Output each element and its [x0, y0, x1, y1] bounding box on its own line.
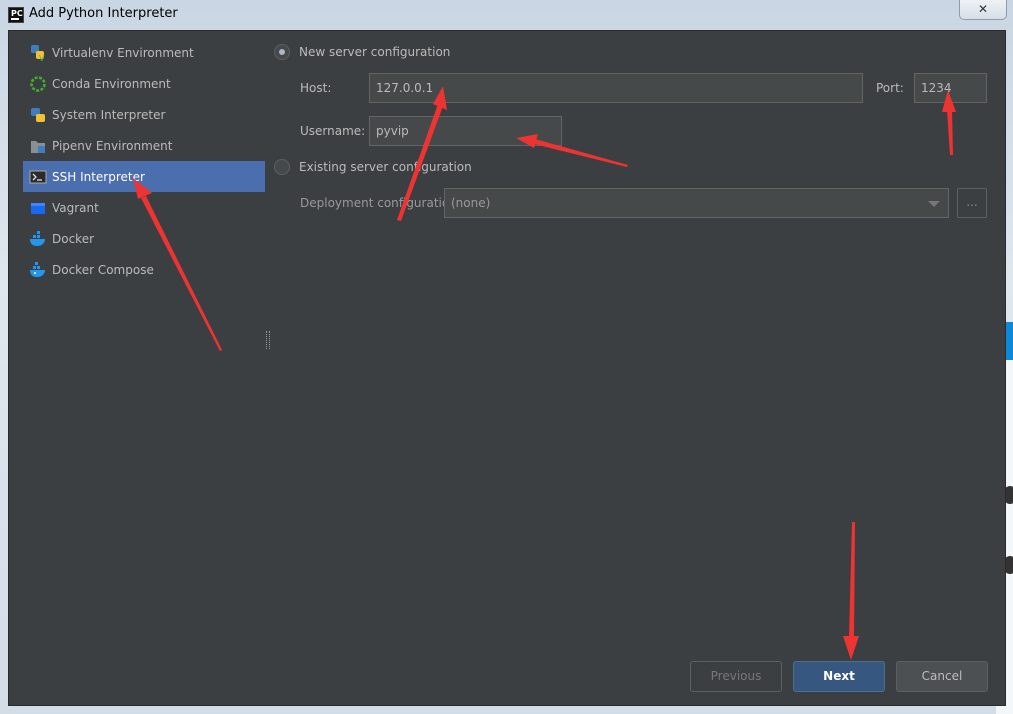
- new-server-radio[interactable]: [274, 44, 290, 60]
- docker-compose-icon: [29, 261, 47, 279]
- cancel-button[interactable]: Cancel: [896, 661, 988, 692]
- sidebar-item-virtualenv[interactable]: V Virtualenv Environment: [23, 37, 265, 68]
- interpreter-type-list: V Virtualenv Environment Conda Environme…: [23, 37, 265, 285]
- sidebar-item-conda[interactable]: Conda Environment: [23, 68, 265, 99]
- sidebar-item-docker[interactable]: Docker: [23, 223, 265, 254]
- sidebar-item-label: Conda Environment: [52, 76, 171, 91]
- browse-deployment-button[interactable]: ...: [957, 188, 987, 218]
- deployment-configuration-label: Deployment configuration:: [300, 196, 461, 210]
- existing-server-label: Existing server configuration: [299, 160, 472, 174]
- sidebar-item-system-interpreter[interactable]: System Interpreter: [23, 99, 265, 130]
- new-server-label: New server configuration: [299, 45, 451, 59]
- sidebar-item-ssh-interpreter[interactable]: SSH Interpreter: [23, 161, 265, 192]
- sidebar-item-vagrant[interactable]: Vagrant: [23, 192, 265, 223]
- sidebar-item-label: Vagrant: [52, 200, 99, 215]
- deployment-configuration-select[interactable]: (none): [444, 188, 949, 218]
- close-button[interactable]: ✕: [959, 0, 1007, 20]
- window-frame: PC Add Python Interpreter ✕ V Virtualenv…: [0, 0, 1013, 714]
- port-label: Port:: [876, 81, 904, 95]
- dialog-body: V Virtualenv Environment Conda Environme…: [8, 30, 1006, 706]
- host-label: Host:: [300, 81, 332, 95]
- previous-button[interactable]: Previous: [690, 661, 782, 692]
- username-input[interactable]: pyvip: [369, 116, 562, 146]
- python-icon: [29, 106, 47, 124]
- virtualenv-icon: V: [29, 44, 47, 62]
- pipenv-icon: [29, 137, 47, 155]
- sidebar-item-label: System Interpreter: [52, 107, 166, 122]
- sidebar-item-label: Pipenv Environment: [52, 138, 173, 153]
- terminal-icon: [29, 168, 47, 186]
- pycharm-icon: PC: [8, 7, 24, 23]
- sidebar-item-pipenv[interactable]: Pipenv Environment: [23, 130, 265, 161]
- port-input[interactable]: 1234: [914, 73, 987, 103]
- sidebar-item-label: Docker Compose: [52, 262, 154, 277]
- panel-splitter-handle[interactable]: [266, 331, 270, 349]
- existing-server-radio[interactable]: [274, 159, 290, 175]
- host-input[interactable]: 127.0.0.1: [369, 73, 863, 103]
- docker-icon: [29, 230, 47, 248]
- sidebar-item-label: SSH Interpreter: [52, 169, 145, 184]
- window-title: Add Python Interpreter: [29, 6, 178, 21]
- svg-text:V: V: [39, 54, 45, 62]
- chevron-down-icon: [928, 201, 940, 207]
- next-button[interactable]: Next: [793, 661, 885, 692]
- conda-icon: [29, 75, 47, 93]
- sidebar-item-docker-compose[interactable]: Docker Compose: [23, 254, 265, 285]
- title-bar: PC Add Python Interpreter ✕: [0, 0, 1013, 30]
- sidebar-item-label: Docker: [52, 231, 95, 246]
- deployment-configuration-value: (none): [451, 196, 491, 210]
- vagrant-icon: [29, 199, 47, 217]
- sidebar-item-label: Virtualenv Environment: [52, 45, 194, 60]
- username-label: Username:: [300, 124, 366, 138]
